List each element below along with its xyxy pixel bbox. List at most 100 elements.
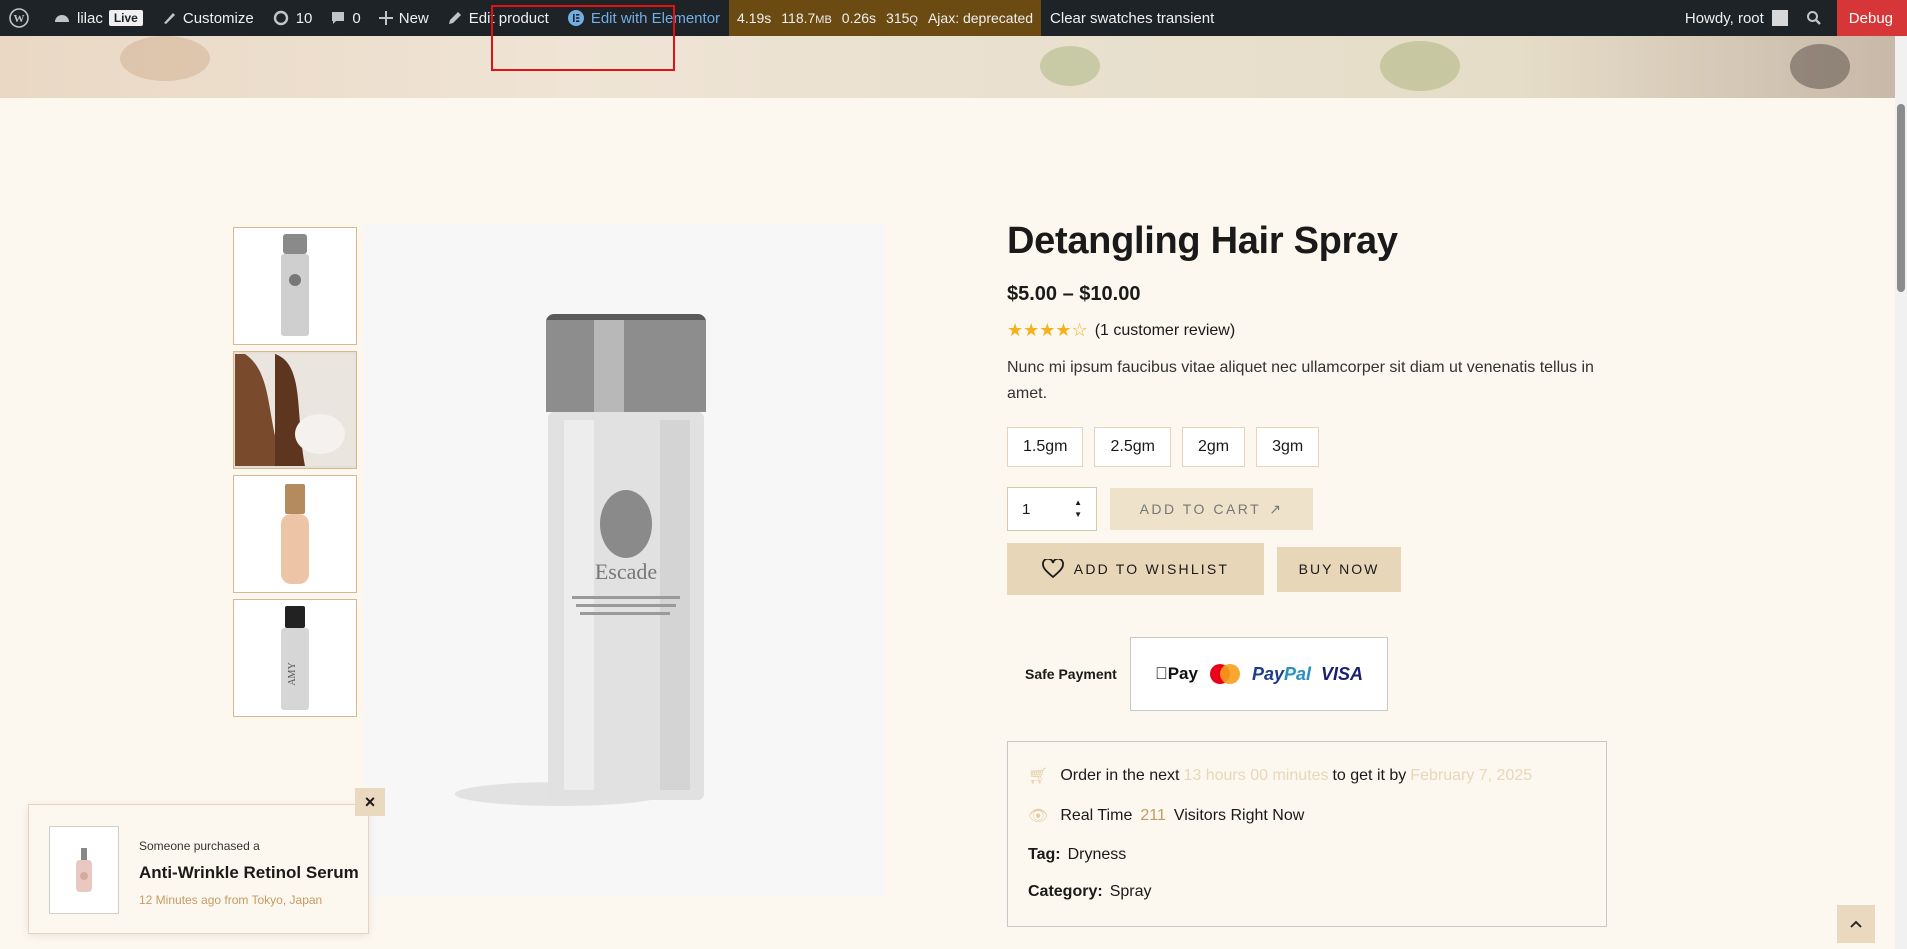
caret-down-icon[interactable]: ▼ [1074,509,1082,521]
thumb-gold-bottle[interactable] [233,475,357,593]
qm-time: 4.19s [737,10,772,26]
star-rating-icon: ★★★★☆ [1007,320,1088,340]
search-icon[interactable] [1797,0,1837,36]
product-rating: ★★★★☆ (1 customer review) [1007,320,1607,341]
brush-icon [163,13,175,24]
live-badge: Live [108,10,143,26]
main-image-brand: Escade [595,559,657,584]
qm-memory: 118.7MB [781,10,832,26]
live-visitors: 👁︎ Real Time 211 Visitors Right Now [1028,807,1305,825]
swatch-option[interactable]: 2gm [1181,427,1246,467]
notification-text: Someone purchased a Anti-Wrinkle Retinol… [139,839,359,907]
edit-with-elementor-link[interactable]: Edit with Elementor [558,0,729,36]
updates-count: 10 [295,9,313,27]
notification-time: 12 Minutes ago from Tokyo, Japan [139,893,323,907]
delivery-countdown: 13 hours 00 minutes [1183,767,1329,784]
comments-link[interactable]: 0 [321,0,369,36]
qm-queries: 315Q [886,10,918,26]
notification-product-image [49,826,119,914]
edit-product-link[interactable]: Edit product [438,0,558,36]
payment-methods: Pay PayPal VISA [1130,637,1388,711]
eye-icon: 👁︎ [1028,808,1049,825]
plus-icon [378,11,393,25]
product-title: Detangling Hair Spray [1007,220,1398,262]
buy-now-button[interactable]: BUY NOW [1277,546,1401,592]
query-monitor-menu[interactable]: 4.19s 118.7MB 0.26s 315Q Ajax: deprecate… [729,0,1042,36]
notification-subtitle: Someone purchased a [139,839,260,853]
sales-notification[interactable]: Someone purchased a Anti-Wrinkle Retinol… [28,804,369,934]
customize-label: Customize [182,9,254,27]
qm-ajax: Ajax: deprecated [927,10,1034,26]
add-to-cart-label: ADD TO CART [1139,501,1262,517]
arrow-up-right-icon: ↗ [1269,500,1284,517]
visitor-count: 211 [1140,807,1166,824]
swatch-option[interactable]: 2.5gm [1094,427,1171,467]
clear-swatches-link[interactable]: Clear swatches transient [1041,0,1223,36]
quantity-value: 1 [1022,500,1031,518]
add-to-cart-button[interactable]: ADD TO CART ↗ [1110,488,1313,530]
site-name-menu[interactable]: lilac Live [44,0,152,36]
product-category: Category: Spray [1028,882,1152,901]
paypal-icon: PayPal [1245,663,1311,684]
pencil-icon [448,12,461,24]
svg-text:W: W [14,13,25,25]
safe-payment-label: Safe Payment [1025,666,1117,682]
caret-up-icon[interactable]: ▲ [1074,497,1082,509]
page-scrollbar-thumb[interactable] [1897,104,1905,292]
add-to-wishlist-label: ADD TO WISHLIST [1073,561,1230,577]
delivery-date: February 7, 2025 [1410,767,1533,784]
header-banner-image [0,36,1895,98]
product-price: $5.00 – $10.00 [1007,283,1141,305]
cart-icon: 🛒︎ [1028,768,1049,785]
close-icon[interactable]: × [355,788,385,816]
swatch-option[interactable]: 3gm [1256,427,1320,467]
new-content-link[interactable]: New [370,0,438,36]
gallery-thumbnails: AMY [233,227,358,723]
size-swatches: 1.5gm 2.5gm 2gm 3gm [1007,427,1607,467]
product-main-image[interactable]: Escade [364,224,884,896]
product-short-description: Nunc mi ipsum faucibus vitae aliquet nec… [1007,359,1594,402]
tag-link[interactable]: Dryness [1068,846,1127,864]
notification-product-title[interactable]: Anti-Wrinkle Retinol Serum [139,863,359,883]
comments-count: 0 [352,9,361,27]
thumb-silver-bottle[interactable] [233,227,357,345]
visa-icon: VISA [1314,663,1363,684]
svg-text:AMY: AMY [287,662,298,685]
customize-link[interactable]: Customize [152,0,263,36]
apple-pay-icon: Pay [1155,664,1198,683]
thumb-black-cap-bottle[interactable]: AMY [233,599,357,717]
add-to-cart-row: 1 ▲ ▼ ADD TO CART ↗ [1007,487,1607,531]
delivery-estimate: 🛒︎ Order in the next 13 hours 00 minutes… [1028,767,1533,785]
edit-product-label: Edit product [468,9,549,27]
quantity-arrows[interactable]: ▲ ▼ [1074,497,1082,521]
add-to-wishlist-button[interactable]: ADD TO WISHLIST [1007,543,1264,595]
debug-button[interactable]: Debug [1836,0,1907,36]
review-link[interactable]: (1 customer review) [1095,322,1235,340]
chevron-up-icon[interactable] [1837,905,1875,943]
wishlist-row: ADD TO WISHLIST BUY NOW [1007,543,1607,595]
swatch-option[interactable]: 1.5gm [1007,427,1084,467]
wordpress-logo-icon[interactable]: W [0,0,44,36]
updates-icon [273,10,288,26]
product-info-box: 🛒︎ Order in the next 13 hours 00 minutes… [1007,741,1607,927]
new-label: New [398,9,429,27]
quantity-stepper[interactable]: 1 ▲ ▼ [1007,487,1097,531]
thumb-woman-hair[interactable] [233,351,357,469]
dashboard-icon [55,15,69,22]
product-summary: Detangling Hair Spray $5.00 – $10.00 ★★★… [1007,220,1607,927]
site-name: lilac [77,9,103,27]
mastercard-icon [1209,664,1240,684]
product-tag: Tag: Dryness [1028,845,1127,864]
admin-bar: W lilac Live Customize 10 0 New Edit pro… [0,0,1907,36]
howdy-label: Howdy, root [1684,9,1764,27]
qm-db-time: 0.26s [841,10,877,26]
updates-link[interactable]: 10 [263,0,322,36]
my-account-menu[interactable]: Howdy, root [1676,0,1797,36]
comment-icon [332,12,345,24]
safe-payment-row: Safe Payment Pay PayPal VISA [1007,637,1607,711]
elementor-icon [567,10,584,26]
avatar [1771,10,1788,26]
category-link[interactable]: Spray [1110,883,1152,901]
heart-icon [1041,559,1064,579]
edit-with-elementor-label: Edit with Elementor [590,9,721,27]
